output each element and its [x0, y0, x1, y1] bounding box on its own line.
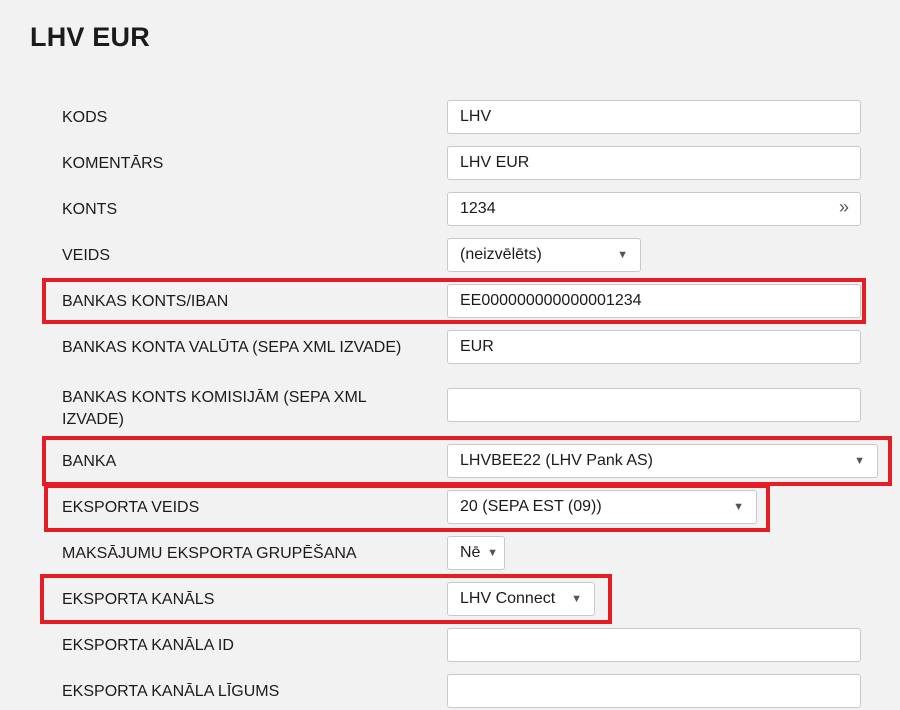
label-bankas-konts: BANKAS KONTS/IBAN: [62, 293, 229, 310]
banka-select[interactable]: LHVBEE22 (LHV Pank AS) ▼: [447, 444, 878, 478]
valuta-input[interactable]: [447, 330, 861, 364]
grupesana-value: Nē: [460, 544, 481, 561]
kanala-ligums-input[interactable]: [447, 674, 861, 708]
eksporta-kanals-value: LHV Connect: [460, 590, 556, 607]
kanala-id-input[interactable]: [447, 628, 861, 662]
komentars-input[interactable]: [447, 146, 861, 180]
double-chevron-right-icon[interactable]: »: [839, 198, 849, 216]
iban-input[interactable]: [447, 284, 861, 318]
veids-value: (neizvēlēts): [460, 246, 542, 263]
eksporta-veids-value: 20 (SEPA EST (09)): [460, 498, 602, 515]
label-kanala-ligums: EKSPORTA KANĀLA LĪGUMS: [62, 683, 280, 700]
label-konta-valuta: BANKAS KONTA VALŪTA (SEPA XML IZVADE): [62, 339, 402, 356]
page-title: LHV EUR: [30, 22, 150, 52]
kods-input[interactable]: [447, 100, 861, 134]
caret-down-icon: ▼: [571, 593, 582, 605]
label-eksporta-veids: EKSPORTA VEIDS: [62, 499, 200, 516]
veids-select[interactable]: (neizvēlēts) ▼: [447, 238, 641, 272]
label-kanala-id: EKSPORTA KANĀLA ID: [62, 637, 234, 654]
banka-value: LHVBEE22 (LHV Pank AS): [460, 452, 653, 469]
label-banka: BANKA: [62, 453, 117, 470]
caret-down-icon: ▼: [617, 249, 628, 261]
konts-input[interactable]: [447, 192, 861, 226]
eksporta-kanals-select[interactable]: LHV Connect ▼: [447, 582, 595, 616]
label-komentars: KOMENTĀRS: [62, 155, 164, 172]
komisijam-input[interactable]: [447, 388, 861, 422]
caret-down-icon: ▼: [854, 455, 865, 467]
label-konts: KONTS: [62, 201, 118, 218]
label-kods: KODS: [62, 109, 108, 126]
grupesana-select[interactable]: Nē ▼: [447, 536, 505, 570]
label-veids: VEIDS: [62, 247, 111, 264]
label-konts-komisijam: BANKAS KONTS KOMISIJĀM (SEPA XML IZVADE): [62, 389, 367, 428]
label-eksporta-kanals: EKSPORTA KANĀLS: [62, 591, 215, 608]
caret-down-icon: ▼: [733, 501, 744, 513]
eksporta-veids-select[interactable]: 20 (SEPA EST (09)) ▼: [447, 490, 757, 524]
caret-down-icon: ▼: [487, 547, 498, 559]
konts-field: »: [447, 192, 861, 226]
label-grupesana: MAKSĀJUMU EKSPORTA GRUPĒŠANA: [62, 545, 357, 562]
